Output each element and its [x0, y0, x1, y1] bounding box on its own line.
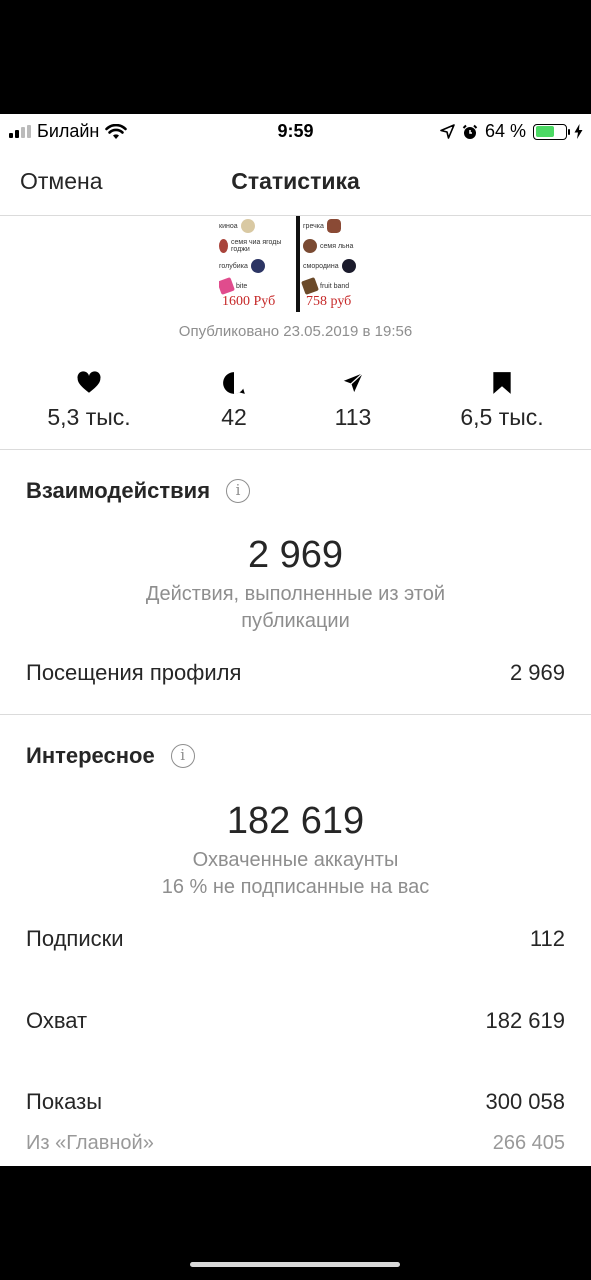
- bookmark-icon: [493, 372, 511, 394]
- divider: [0, 714, 591, 715]
- nav-bar: Отмена Статистика: [0, 148, 591, 216]
- saves-count: 6,5 тыс.: [460, 404, 544, 430]
- info-icon[interactable]: i: [170, 744, 195, 768]
- from-home-row: Из «Главной» 266 405: [26, 1132, 565, 1155]
- preview-item-label: fruit band: [320, 282, 350, 290]
- likes-count: 5,3 тыс.: [47, 404, 131, 430]
- profile-visits-row[interactable]: Посещения профиля 2 969: [26, 660, 565, 686]
- from-home-label: Из «Главной»: [26, 1132, 154, 1154]
- interactions-caption: Действия, выполненные из этой публикации: [145, 583, 446, 632]
- non-followers-caption: 16 % не подписанные на вас: [161, 876, 430, 898]
- reach-label: Охват: [26, 1008, 88, 1033]
- alarm-icon: [462, 124, 478, 139]
- preview-left-column: киноа семя чиа ягоды годжи голубика bite: [219, 216, 295, 296]
- preview-item-label: смородина: [303, 262, 339, 270]
- send-icon: [341, 371, 365, 395]
- home-indicator[interactable]: [190, 1262, 400, 1267]
- price-right: 758 руб: [306, 294, 352, 309]
- reach-caption: Охваченные аккаунты: [192, 849, 399, 871]
- battery-icon: [533, 123, 570, 140]
- info-icon[interactable]: i: [226, 479, 251, 503]
- profile-visits-label: Посещения профиля: [26, 660, 242, 685]
- preview-divider: [296, 216, 300, 312]
- reach-value: 182 619: [485, 1008, 565, 1033]
- follows-value: 112: [529, 926, 565, 951]
- status-right: 64 %: [440, 121, 583, 142]
- status-bar: Билайн 9:59 64 %: [0, 114, 591, 148]
- impressions-row[interactable]: Показы 300 058: [26, 1089, 565, 1115]
- preview-item-label: киноа: [219, 222, 238, 230]
- comment-icon: [223, 372, 245, 394]
- battery-percent: 64 %: [484, 121, 526, 141]
- shares-stat: 113: [278, 370, 428, 431]
- interactions-total: 2 969: [247, 534, 344, 576]
- preview-item-label: семя чиа ягоды годжи: [231, 239, 282, 253]
- saves-stat: 6,5 тыс.: [427, 370, 577, 431]
- likes-stat: 5,3 тыс.: [14, 370, 164, 431]
- shares-count: 113: [334, 404, 372, 430]
- divider: [0, 449, 591, 450]
- impressions-value: 300 058: [485, 1089, 565, 1114]
- reach-row[interactable]: Охват 182 619: [26, 1008, 565, 1034]
- battery-level: [535, 126, 555, 137]
- page-title: Статистика: [231, 168, 360, 194]
- preview-item-label: семя льна: [320, 242, 354, 250]
- instagram-post-insights-screen: Билайн 9:59 64 % Отмена Статистика киноа…: [0, 114, 591, 1166]
- profile-visits-value: 2 969: [509, 660, 565, 685]
- heart-icon: [77, 371, 101, 393]
- location-arrow-icon: [440, 124, 455, 139]
- impressions-label: Показы: [26, 1089, 103, 1114]
- preview-item-label: голубика: [219, 262, 248, 270]
- preview-item-label: гречка: [303, 222, 324, 230]
- preview-item-label: bite: [236, 282, 248, 290]
- preview-right-column: гречка семя льна смородина fruit band: [301, 216, 379, 296]
- follows-row[interactable]: Подписки 112: [26, 926, 565, 952]
- interactions-section-title: Взаимодействия i: [26, 478, 251, 504]
- reach-total: 182 619: [226, 800, 365, 842]
- follows-label: Подписки: [26, 926, 124, 951]
- discovery-section-title: Интересное i: [26, 743, 195, 769]
- post-image-preview[interactable]: киноа семя чиа ягоды годжи голубика bite…: [219, 216, 379, 314]
- price-left: 1600 Руб: [222, 294, 276, 309]
- charging-icon: [574, 124, 583, 139]
- published-date: Опубликовано 23.05.2019 в 19:56: [178, 323, 413, 340]
- from-home-value: 266 405: [492, 1132, 565, 1154]
